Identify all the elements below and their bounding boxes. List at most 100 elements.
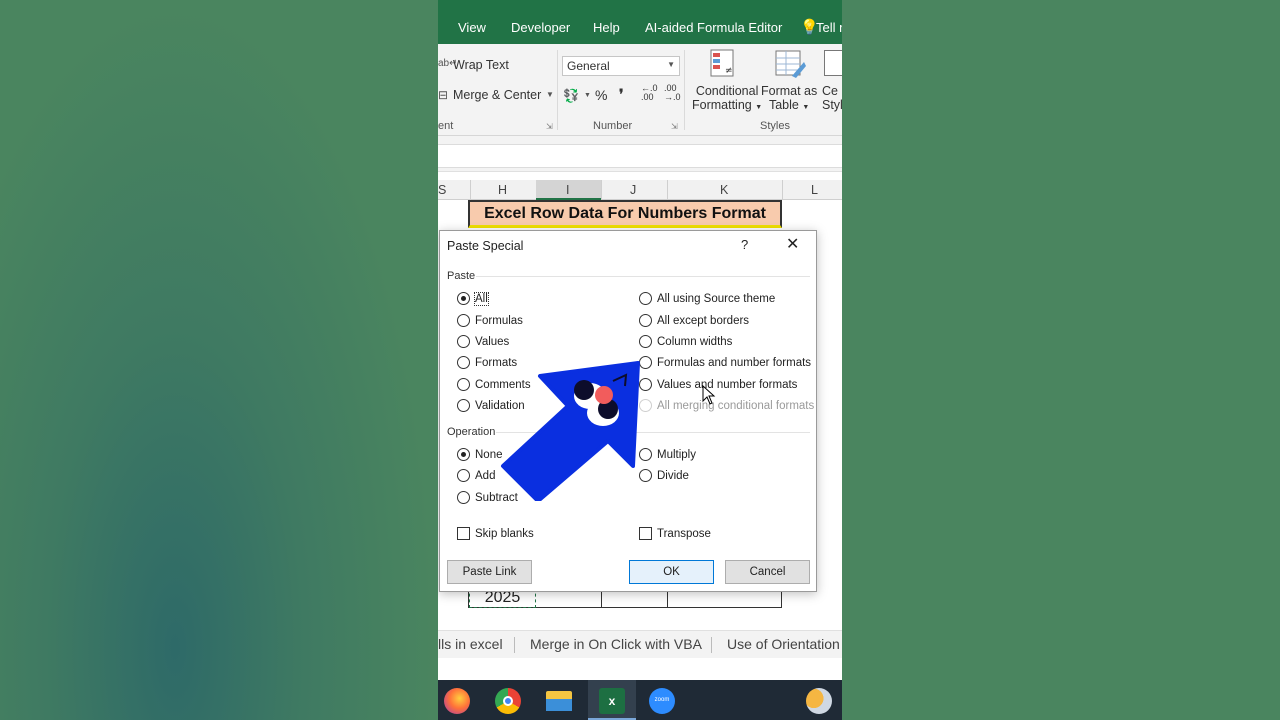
operation-option-divide[interactable]: Divide (639, 469, 689, 482)
wrap-text-button[interactable]: Wrap Text (453, 58, 509, 72)
number-launcher-icon[interactable]: ⇲ (671, 122, 678, 131)
dialog-title: Paste Special (447, 239, 524, 253)
alignment-group-label: ent (438, 120, 454, 132)
comma-style-button[interactable]: ❜ (619, 86, 624, 103)
option-label: Formulas (475, 314, 523, 327)
increase-decimal-button[interactable]: ←.0.00 (641, 84, 658, 102)
chrome-icon[interactable] (495, 688, 521, 714)
paste-option-formats[interactable]: Formats (457, 356, 517, 369)
column-header[interactable]: L (811, 183, 818, 197)
file-explorer-icon[interactable] (546, 691, 572, 711)
number-format-value: General (567, 59, 610, 73)
column-header[interactable]: I (566, 183, 569, 197)
paste-option-values-and-number-formats[interactable]: Values and number formats (639, 378, 797, 391)
conditional-formatting-label-line2: Formatting (692, 98, 752, 112)
firefox-icon[interactable] (444, 688, 470, 714)
tab-developer[interactable]: Developer (511, 20, 570, 35)
format-as-table-label-line2: Table (768, 98, 799, 112)
tab-tell-me[interactable]: Tell m (816, 20, 842, 35)
weather-icon[interactable] (806, 688, 832, 714)
operation-section-label: Operation (447, 426, 496, 438)
merge-center-button[interactable]: Merge & Center (453, 88, 541, 102)
option-label: Column widths (657, 335, 733, 348)
option-label: All merging conditional formats (657, 399, 815, 412)
paste-option-all-except-borders[interactable]: All except borders (639, 314, 749, 327)
decrease-decimal-label: .0 (673, 92, 681, 102)
format-as-table-icon[interactable] (774, 48, 806, 80)
close-button[interactable]: ✕ (786, 234, 799, 254)
conditional-formatting-icon[interactable]: ≠ (708, 48, 738, 78)
cell-styles-button[interactable]: Ce Style (822, 84, 842, 112)
sheet-tab[interactable]: lls in excel (438, 636, 503, 652)
radio-icon (639, 335, 652, 348)
operation-option-none[interactable]: None (457, 448, 503, 461)
zoom-icon[interactable]: zoom (649, 688, 675, 714)
divider (667, 180, 668, 200)
operation-option-add[interactable]: Add (457, 469, 495, 482)
cancel-button[interactable]: Cancel (725, 560, 810, 584)
option-label: All except borders (657, 314, 750, 327)
background-right (842, 0, 1280, 720)
radio-icon (639, 378, 652, 391)
radio-icon (457, 314, 470, 327)
merge-center-dropdown-icon[interactable]: ▼ (546, 90, 554, 99)
divider (557, 50, 558, 130)
help-button[interactable]: ? (741, 237, 748, 252)
tab-view[interactable]: View (458, 20, 486, 35)
radio-icon (457, 399, 470, 412)
paste-option-all-using-source-theme[interactable]: All using Source theme (639, 292, 775, 305)
column-header[interactable]: H (498, 183, 507, 197)
ok-button[interactable]: OK (629, 560, 714, 584)
sheet-tab[interactable]: Use of Orientation C (727, 636, 842, 652)
option-label: Transpose (657, 527, 711, 540)
divider (496, 432, 810, 433)
column-header[interactable]: K (720, 183, 728, 197)
operation-option-subtract[interactable]: Subtract (457, 491, 518, 504)
percent-style-button[interactable]: % (595, 87, 607, 103)
format-as-table-button[interactable]: Format as Table ▼ (761, 84, 817, 112)
conditional-formatting-button[interactable]: Conditional Formatting ▼ (692, 84, 762, 112)
radio-icon (457, 469, 470, 482)
number-format-select[interactable]: General ▼ (562, 56, 680, 76)
background-left (0, 0, 438, 720)
radio-icon (457, 378, 470, 391)
accounting-format-icon[interactable]: 💱 (563, 88, 579, 104)
paste-option-validation[interactable]: Validation (457, 399, 525, 412)
decrease-decimal-button[interactable]: .00 →.0 (664, 84, 681, 102)
column-header[interactable]: S (438, 183, 446, 197)
paste-option-column-widths[interactable]: Column widths (639, 335, 732, 348)
radio-icon (639, 448, 652, 461)
operation-option-multiply[interactable]: Multiply (639, 448, 696, 461)
ribbon: ab↵ Wrap Text ⊟ Merge & Center ▼ ent ⇲ G… (438, 44, 842, 136)
excel-icon[interactable]: x (599, 688, 625, 714)
sheet-tab[interactable]: Merge in On Click with VBA (530, 636, 702, 652)
accounting-dropdown-icon[interactable]: ▼ (584, 92, 591, 99)
radio-icon (457, 292, 470, 305)
paste-option-comments[interactable]: Comments (457, 378, 531, 391)
alignment-launcher-icon[interactable]: ⇲ (546, 122, 553, 131)
tab-help[interactable]: Help (593, 20, 620, 35)
paste-option-formulas-and-number-formats[interactable]: Formulas and number formats (639, 356, 811, 369)
transpose-checkbox[interactable]: Transpose (639, 527, 711, 540)
formula-bar-area (438, 136, 842, 172)
tab-ai-formula-editor[interactable]: AI-aided Formula Editor (645, 20, 782, 35)
formula-bar[interactable] (438, 144, 842, 168)
excel-window: View Developer Help AI-aided Formula Edi… (438, 0, 842, 720)
divider (782, 180, 783, 200)
paste-link-button[interactable]: Paste Link (447, 560, 532, 584)
paste-option-all[interactable]: All (457, 291, 489, 306)
title-cell[interactable]: Excel Row Data For Numbers Format (468, 200, 782, 228)
cell-styles-icon[interactable] (824, 50, 842, 76)
svg-text:≠: ≠ (725, 66, 733, 76)
styles-group-label: Styles (760, 120, 790, 132)
sheet-tab-bar: lls in excel Merge in On Click with VBA … (438, 630, 842, 658)
cell-styles-label-line2: Style (822, 98, 842, 112)
conditional-formatting-label-line1: Conditional (695, 84, 759, 98)
column-header[interactable]: J (630, 183, 636, 197)
paste-option-formulas[interactable]: Formulas (457, 314, 523, 327)
option-label: Divide (657, 469, 689, 482)
skip-blanks-checkbox[interactable]: Skip blanks (457, 527, 534, 540)
divider (476, 276, 810, 277)
paste-option-values[interactable]: Values (457, 335, 509, 348)
option-label: Formats (475, 356, 518, 369)
